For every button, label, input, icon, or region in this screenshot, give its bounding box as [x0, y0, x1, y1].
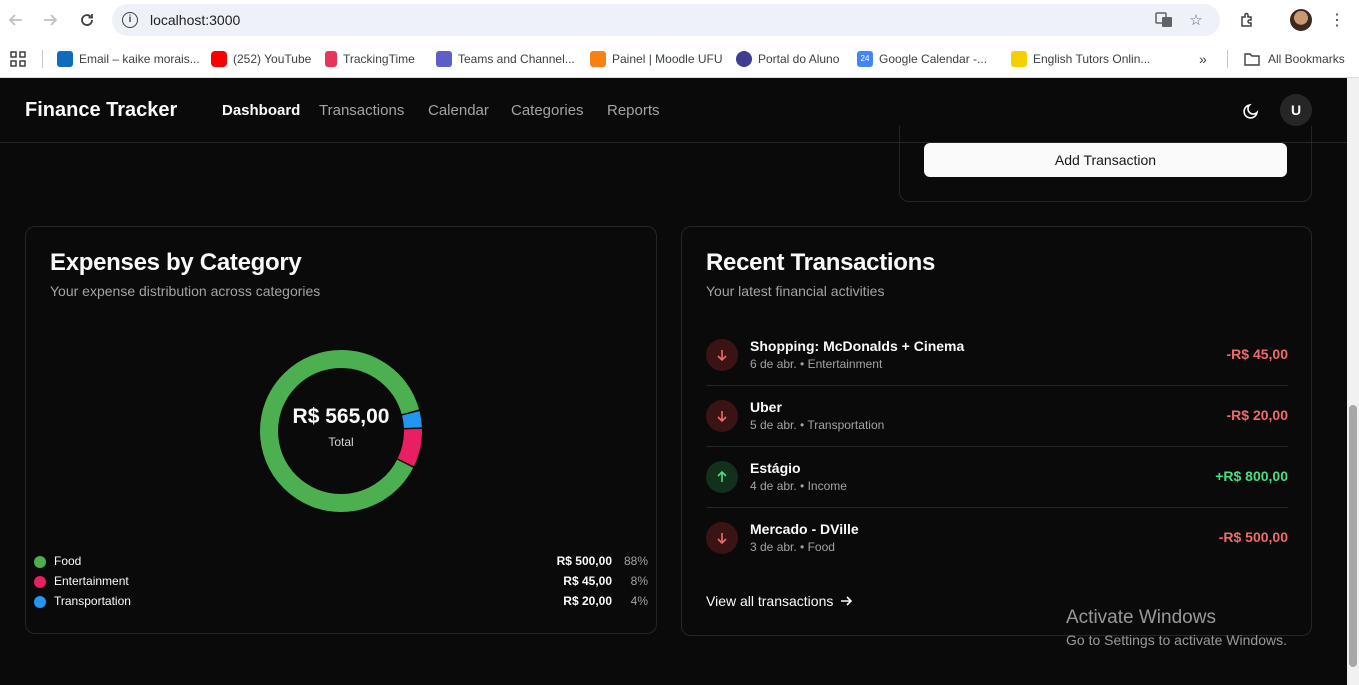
- transaction-name: Estágio: [750, 460, 801, 476]
- teams-icon: [436, 51, 452, 67]
- portal-icon: [736, 51, 752, 67]
- bookmark-separator: [1227, 50, 1228, 68]
- brand-title[interactable]: Finance Tracker: [25, 99, 177, 122]
- bookmark-moodle[interactable]: Painel | Moodle UFU: [590, 50, 723, 68]
- transaction-name: Shopping: McDonalds + Cinema: [750, 338, 965, 354]
- page-scrollbar[interactable]: [1347, 78, 1359, 685]
- legend-color-dot: [34, 556, 46, 568]
- moodle-icon: [590, 51, 606, 67]
- transaction-amount: -R$ 500,00: [1218, 529, 1288, 545]
- legend-category-name: Food: [54, 554, 82, 568]
- quick-add-card: Add Transaction: [899, 126, 1312, 202]
- star-icon[interactable]: ☆: [1186, 10, 1206, 30]
- transaction-amount: -R$ 20,00: [1226, 407, 1288, 423]
- transaction-meta: 6 de abr. • Entertainment: [750, 357, 883, 371]
- bookmark-trackingtime[interactable]: TrackingTime: [325, 50, 415, 68]
- translate-icon[interactable]: [1154, 10, 1174, 30]
- watermark-title: Activate Windows: [1066, 607, 1216, 628]
- legend-amount: R$ 500,00: [556, 554, 612, 568]
- back-icon[interactable]: [4, 8, 28, 32]
- transaction-row[interactable]: Uber 5 de abr. • Transportation -R$ 20,0…: [706, 386, 1288, 447]
- youtube-icon: [211, 51, 227, 67]
- user-avatar[interactable]: U: [1280, 94, 1312, 126]
- recent-transactions-card: Recent Transactions Your latest financia…: [681, 226, 1312, 636]
- folder-icon: [1244, 52, 1260, 66]
- forward-icon[interactable]: [38, 8, 62, 32]
- calendar-icon: 24: [857, 51, 873, 67]
- add-transaction-button[interactable]: Add Transaction: [924, 143, 1287, 177]
- legend-category-name: Transportation: [54, 594, 131, 608]
- donut-total-value: R$ 565,00: [292, 405, 390, 428]
- transaction-amount: +R$ 800,00: [1215, 468, 1288, 484]
- app-viewport: Finance Tracker Dashboard Transactions C…: [0, 78, 1359, 685]
- transaction-amount: -R$ 45,00: [1226, 346, 1288, 362]
- legend-percent: 4%: [630, 594, 648, 608]
- transaction-row[interactable]: Estágio 4 de abr. • Income +R$ 800,00: [706, 447, 1288, 508]
- legend-amount: R$ 45,00: [563, 574, 612, 588]
- bookmark-tutors[interactable]: English Tutors Onlin...: [1011, 50, 1150, 68]
- donut-slice-food[interactable]: [260, 350, 422, 512]
- bookmark-calendar[interactable]: 24 Google Calendar -...: [857, 50, 987, 68]
- arrow-down-icon: [706, 339, 738, 371]
- transaction-name: Uber: [750, 399, 782, 415]
- legend-row-entertainment: Entertainment R$ 45,00 8%: [34, 573, 648, 591]
- scrollbar-thumb[interactable]: [1349, 405, 1357, 667]
- bookmark-outlook[interactable]: Email – kaike morais...: [57, 50, 200, 68]
- arrow-right-icon: [839, 594, 853, 608]
- nav-reports[interactable]: Reports: [607, 102, 660, 119]
- nav-dashboard[interactable]: Dashboard: [222, 102, 300, 119]
- site-info-icon[interactable]: i: [122, 12, 138, 28]
- extensions-icon[interactable]: [1235, 8, 1259, 32]
- recent-subtitle: Your latest financial activities: [706, 283, 885, 299]
- bookmark-youtube[interactable]: (252) YouTube: [211, 50, 311, 68]
- arrow-down-icon: [706, 522, 738, 554]
- trackingtime-icon: [325, 51, 337, 67]
- nav-categories[interactable]: Categories: [511, 102, 584, 119]
- nav-transactions[interactable]: Transactions: [319, 102, 404, 119]
- expenses-title: Expenses by Category: [50, 249, 302, 276]
- expenses-card: Expenses by Category Your expense distri…: [25, 226, 657, 634]
- legend-percent: 88%: [623, 554, 648, 568]
- outlook-icon: [57, 51, 73, 67]
- all-bookmarks[interactable]: All Bookmarks: [1244, 50, 1345, 68]
- url-text: localhost:3000: [150, 12, 241, 28]
- expense-donut-chart: R$ 565,00 Total: [259, 349, 423, 513]
- transaction-row[interactable]: Mercado - DVille 3 de abr. • Food -R$ 50…: [706, 508, 1288, 569]
- arrow-down-icon: [706, 400, 738, 432]
- legend-color-dot: [34, 596, 46, 608]
- transaction-meta: 3 de abr. • Food: [750, 540, 835, 554]
- tutors-icon: [1011, 51, 1027, 67]
- bookmark-separator: [42, 50, 43, 68]
- menu-kebab-icon[interactable]: ⋮: [1325, 8, 1349, 32]
- legend-percent: 8%: [630, 574, 648, 588]
- apps-grid-icon[interactable]: [10, 50, 26, 68]
- legend-color-dot: [34, 576, 46, 588]
- address-bar[interactable]: i localhost:3000 ☆: [112, 4, 1220, 36]
- bookmark-portal[interactable]: Portal do Aluno: [736, 50, 839, 68]
- legend-row-food: Food R$ 500,00 88%: [34, 553, 648, 571]
- profile-avatar-icon[interactable]: [1290, 9, 1312, 31]
- windows-activation-watermark: Activate Windows Go to Settings to activ…: [1066, 607, 1287, 648]
- arrow-up-icon: [706, 461, 738, 493]
- reload-icon[interactable]: [75, 8, 99, 32]
- expenses-subtitle: Your expense distribution across categor…: [50, 283, 321, 299]
- legend-category-name: Entertainment: [54, 574, 129, 588]
- watermark-subtitle: Go to Settings to activate Windows.: [1066, 632, 1287, 648]
- legend-amount: R$ 20,00: [563, 594, 612, 608]
- bookmark-teams[interactable]: Teams and Channel...: [436, 50, 575, 68]
- donut-total-label: Total: [328, 435, 354, 449]
- view-all-transactions-link[interactable]: View all transactions: [706, 593, 853, 609]
- browser-toolbar: i localhost:3000 ☆ ⋮: [0, 0, 1359, 40]
- recent-title: Recent Transactions: [706, 249, 936, 276]
- legend-row-transportation: Transportation R$ 20,00 4%: [34, 593, 648, 611]
- transaction-row[interactable]: Shopping: McDonalds + Cinema 6 de abr. •…: [706, 325, 1288, 386]
- transaction-meta: 5 de abr. • Transportation: [750, 418, 885, 432]
- transaction-name: Mercado - DVille: [750, 521, 859, 537]
- nav-calendar[interactable]: Calendar: [428, 102, 489, 119]
- transaction-meta: 4 de abr. • Income: [750, 479, 847, 493]
- moon-icon[interactable]: [1238, 98, 1264, 124]
- bookmarks-bar: Email – kaike morais... (252) YouTube Tr…: [0, 40, 1359, 78]
- more-bookmarks-icon[interactable]: »: [1199, 50, 1207, 68]
